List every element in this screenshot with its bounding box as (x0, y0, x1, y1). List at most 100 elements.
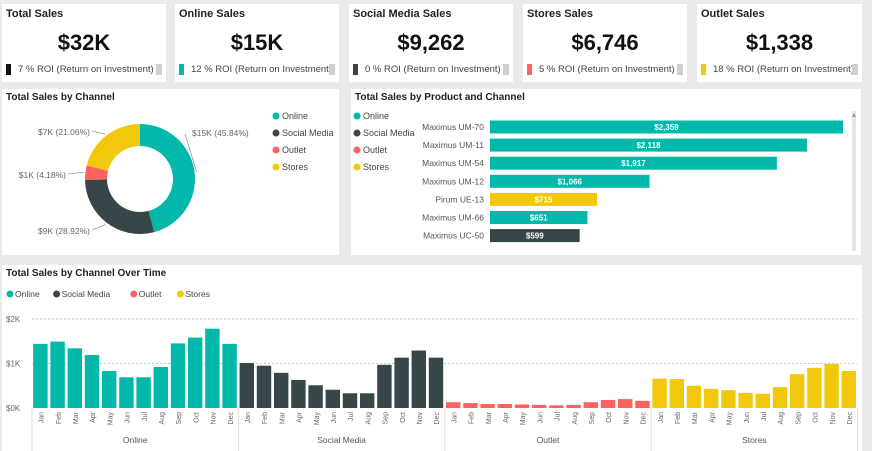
x-tick-label: Jul (555, 412, 562, 421)
x-tick-label: May (520, 412, 527, 426)
x-tick-label: Sep (589, 412, 596, 425)
time-bar (635, 400, 650, 408)
time-bar (377, 364, 392, 408)
x-tick-label: Jul (348, 412, 355, 421)
legend-label: Social Media (363, 128, 415, 138)
legend-label: Social Media (62, 289, 111, 299)
roi-scroll-marker (852, 64, 858, 75)
time-bar (256, 365, 272, 408)
time-bar (102, 371, 117, 408)
legend-label: Outlet (363, 145, 388, 155)
donut-data-label: $1K (4.18%) (19, 170, 66, 180)
time-bar (170, 343, 186, 408)
legend-marker-icon (6, 290, 14, 298)
time-bar (428, 357, 444, 408)
legend-marker-icon (272, 129, 280, 137)
time-bar (84, 354, 100, 408)
x-tick-label: Oct (813, 412, 820, 423)
kpi-roi: 18 % ROI (Return on Investment) (701, 63, 858, 77)
kpi-roi-text: 0 % ROI (Return on Investment) (365, 64, 501, 75)
time-bar (291, 379, 306, 408)
time-bar (669, 379, 684, 408)
time-bar (738, 392, 753, 408)
product-bar-chart: Online Social Media Outlet Stores Maximus UM… (353, 111, 856, 251)
x-tick-label: Aug (572, 412, 579, 425)
legend-marker-icon (272, 146, 280, 154)
bar-data-label: $651 (530, 214, 548, 223)
x-tick-label: Jul (761, 412, 768, 421)
x-group-label: Online (123, 435, 148, 445)
kpi-roi-text: 18 % ROI (Return on Investment) (713, 64, 854, 75)
time-bar (514, 404, 530, 408)
time-bar (463, 403, 478, 408)
kpi-value: $32K (57, 30, 111, 55)
legend-marker-icon (176, 290, 184, 298)
x-tick-label: Feb (469, 412, 476, 424)
roi-color-bar (527, 64, 532, 75)
time-bar (824, 363, 839, 408)
x-tick-label: Apr (709, 411, 716, 423)
time-bar (153, 367, 168, 408)
time-bar (721, 390, 736, 408)
legend-marker-icon (353, 163, 361, 171)
donut-leader-line (91, 224, 106, 231)
legend-label: Social Media (282, 128, 334, 138)
x-tick-label: Oct (606, 412, 613, 423)
kpi-card-online: Online Sales $15K 12 % ROI (Return on In… (175, 4, 339, 82)
x-tick-label: Mar (692, 411, 699, 424)
time-bar (136, 377, 151, 408)
legend-label: Stores (185, 289, 210, 299)
kpi-value: $6,746 (571, 30, 639, 55)
kpi-roi: 5 % ROI (Return on Investment) (527, 63, 683, 77)
x-tick-label: Jun (537, 412, 544, 423)
x-tick-label: Aug (365, 412, 372, 425)
donut-slice-stores (86, 124, 140, 171)
donut-data-label: $15K (45.84%) (192, 128, 249, 138)
x-tick-label: Jul (142, 412, 149, 421)
legend-label: Outlet (282, 145, 307, 155)
time-bar (119, 377, 134, 408)
time-bar (67, 348, 82, 408)
kpi-value: $15K (230, 30, 284, 55)
x-tick-label: Sep (176, 412, 183, 425)
donut-leader-line (91, 130, 106, 135)
x-group-label: Social Media (317, 435, 366, 445)
time-bar (411, 350, 426, 408)
time-bar (772, 387, 788, 408)
roi-color-bar (179, 64, 184, 75)
x-tick-label: Mar (279, 411, 286, 424)
x-tick-label: Jan (245, 412, 252, 423)
time-bar (222, 343, 237, 408)
x-tick-label: Jan (451, 412, 458, 423)
donut-data-label: $7K (21.06%) (38, 127, 90, 137)
kpi-card-stores: Stores Sales $6,746 5 % ROI (Return on I… (523, 4, 687, 82)
kpi-title: Outlet Sales (701, 8, 765, 20)
time-bar (446, 402, 461, 408)
x-tick-label: Feb (262, 412, 269, 424)
bar-category-label: Maximus UM-12 (422, 176, 484, 186)
legend-label: Outlet (139, 289, 162, 299)
product-bar-panel: Total Sales by Product and Channel Onlin… (351, 89, 861, 255)
time-bar (325, 389, 340, 408)
x-tick-label: Oct (193, 412, 200, 423)
x-group-label: Outlet (537, 435, 560, 445)
x-tick-label: Sep (795, 412, 802, 425)
kpi-roi-text: 12 % ROI (Return on Investment) (191, 64, 332, 75)
legend-marker-icon (353, 129, 361, 137)
time-bar (841, 371, 856, 408)
bar-data-label: $2,359 (654, 123, 679, 132)
legend-label: Online (15, 289, 40, 299)
x-tick-label: Aug (778, 412, 785, 425)
time-bar (686, 385, 702, 408)
kpi-title: Online Sales (179, 8, 246, 20)
legend-label: Online (282, 111, 308, 121)
x-tick-label: Dec (641, 412, 648, 425)
legend-marker-icon (272, 112, 280, 120)
time-bar-chart: Online Social Media Outlet Stores $2K $1K $0K J… (6, 289, 859, 451)
time-bar (274, 372, 289, 408)
roi-scroll-marker (329, 64, 335, 75)
donut-chart: $15K (45.84%) $9K (28.92%) $1K (4.18%) $7K … (19, 111, 334, 236)
time-bar (652, 378, 667, 408)
time-bar (549, 405, 564, 408)
x-tick-label: Jun (331, 412, 338, 423)
